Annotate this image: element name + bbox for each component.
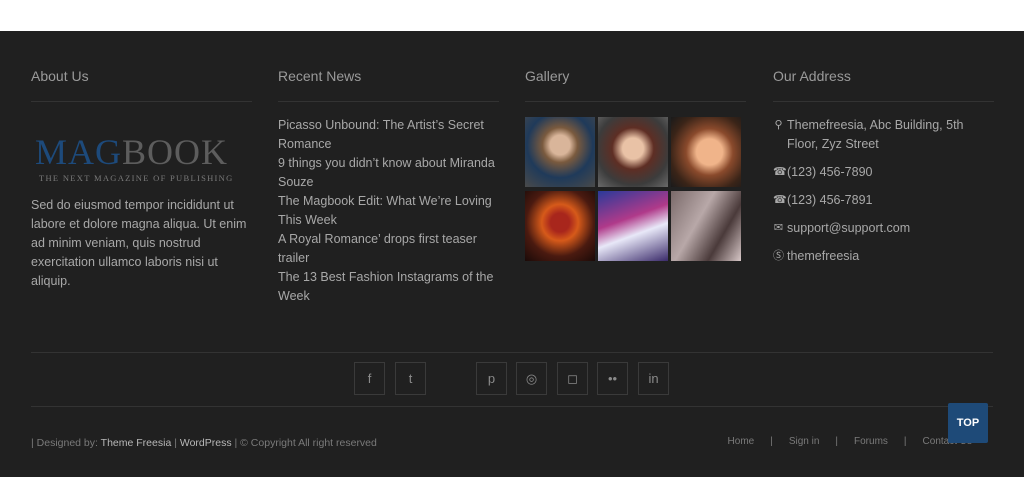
credits-separator: | bbox=[171, 437, 180, 449]
gallery-title: Gallery bbox=[525, 68, 746, 102]
wordpress-link[interactable]: WordPress bbox=[180, 437, 232, 449]
copyright-text: | © Copyright All right reserved bbox=[231, 437, 377, 449]
news-link[interactable]: A Royal Romance’ drops first teaser trai… bbox=[278, 230, 499, 268]
footer-divider bbox=[31, 352, 993, 353]
footer-divider bbox=[31, 406, 993, 407]
news-link[interactable]: 9 things you didn’t know about Miranda S… bbox=[278, 154, 499, 192]
nav-separator: | bbox=[770, 436, 773, 447]
news-link[interactable]: The 13 Best Fashion Instagrams of the We… bbox=[278, 268, 499, 306]
email-line: ✉ support@support.com bbox=[773, 219, 994, 238]
gallery-image[interactable] bbox=[671, 191, 741, 261]
footer-nav: Home | Sign in | Forums | Contact Us bbox=[720, 436, 980, 447]
phone-icon: ☎ bbox=[773, 194, 787, 206]
back-to-top-button[interactable]: TOP bbox=[948, 403, 988, 443]
pinterest-icon[interactable]: p bbox=[476, 362, 507, 395]
recent-news-column: Recent News Picasso Unbound: The Artist’… bbox=[278, 68, 499, 303]
gallery-image[interactable] bbox=[525, 117, 595, 187]
about-column: About Us MAGBOOK THE NEXT MAGAZINE OF PU… bbox=[31, 68, 252, 288]
phone-line: ☎ (123) 456-7890 bbox=[773, 163, 994, 182]
instagram-icon[interactable]: ◻ bbox=[557, 362, 588, 395]
credits-prefix: | Designed by: bbox=[31, 437, 98, 449]
footer-nav-forums[interactable]: Forums bbox=[846, 436, 896, 447]
recent-news-title: Recent News bbox=[278, 68, 499, 102]
gallery-column: Gallery bbox=[525, 68, 746, 261]
recent-news-list: Picasso Unbound: The Artist’s Secret Rom… bbox=[278, 116, 499, 306]
email-text[interactable]: support@support.com bbox=[787, 219, 910, 238]
gallery-image[interactable] bbox=[671, 117, 741, 187]
linkedin-icon[interactable]: in bbox=[638, 362, 669, 395]
logo-text: MAGBOOK bbox=[35, 132, 229, 172]
gallery-image[interactable] bbox=[598, 117, 668, 187]
phone-icon: ☎ bbox=[773, 166, 787, 178]
twitter-icon[interactable]: t bbox=[395, 362, 426, 395]
phone-text[interactable]: (123) 456-7890 bbox=[787, 163, 872, 182]
skype-line: Ⓢ themefreesia bbox=[773, 247, 994, 266]
gallery-grid bbox=[525, 117, 741, 261]
nav-separator: | bbox=[835, 436, 839, 447]
phone-text[interactable]: (123) 456-7891 bbox=[787, 191, 872, 210]
address-column: Our Address ⚲ Themefreesia, Abc Building… bbox=[773, 68, 994, 263]
news-link[interactable]: The Magbook Edit: What We’re Loving This… bbox=[278, 192, 499, 230]
skype-text[interactable]: themefreesia bbox=[787, 247, 859, 266]
gallery-image[interactable] bbox=[525, 191, 595, 261]
news-link[interactable]: Picasso Unbound: The Artist’s Secret Rom… bbox=[278, 116, 499, 154]
footer-nav-home[interactable]: Home bbox=[720, 436, 763, 447]
address-list: ⚲ Themefreesia, Abc Building, 5th Floor,… bbox=[773, 116, 994, 275]
phone-line: ☎ (123) 456-7891 bbox=[773, 191, 994, 210]
nav-separator: | bbox=[903, 436, 907, 447]
logo-tagline: THE NEXT MAGAZINE OF PUBLISHING bbox=[39, 173, 234, 183]
dribbble-icon[interactable]: ◎ bbox=[516, 362, 547, 395]
site-footer: About Us MAGBOOK THE NEXT MAGAZINE OF PU… bbox=[0, 31, 1024, 477]
address-text: Themefreesia, Abc Building, 5th Floor, Z… bbox=[787, 118, 964, 151]
address-title: Our Address bbox=[773, 68, 994, 102]
skype-icon: Ⓢ bbox=[773, 250, 784, 262]
magbook-logo[interactable]: MAGBOOK THE NEXT MAGAZINE OF PUBLISHING bbox=[35, 134, 250, 183]
site-credits: | Designed by: Theme Freesia | WordPress… bbox=[31, 437, 377, 449]
gallery-image[interactable] bbox=[598, 191, 668, 261]
map-marker-icon: ⚲ bbox=[774, 119, 783, 131]
envelope-icon: ✉ bbox=[773, 222, 784, 234]
theme-freesia-link[interactable]: Theme Freesia bbox=[101, 437, 172, 449]
about-text: Sed do eiusmod tempor incididunt ut labo… bbox=[31, 198, 247, 288]
about-title: About Us bbox=[31, 68, 252, 102]
facebook-icon[interactable]: f bbox=[354, 362, 385, 395]
flickr-icon[interactable]: •• bbox=[597, 362, 628, 395]
footer-nav-signin[interactable]: Sign in bbox=[781, 436, 828, 447]
address-line: ⚲ Themefreesia, Abc Building, 5th Floor,… bbox=[773, 116, 994, 154]
